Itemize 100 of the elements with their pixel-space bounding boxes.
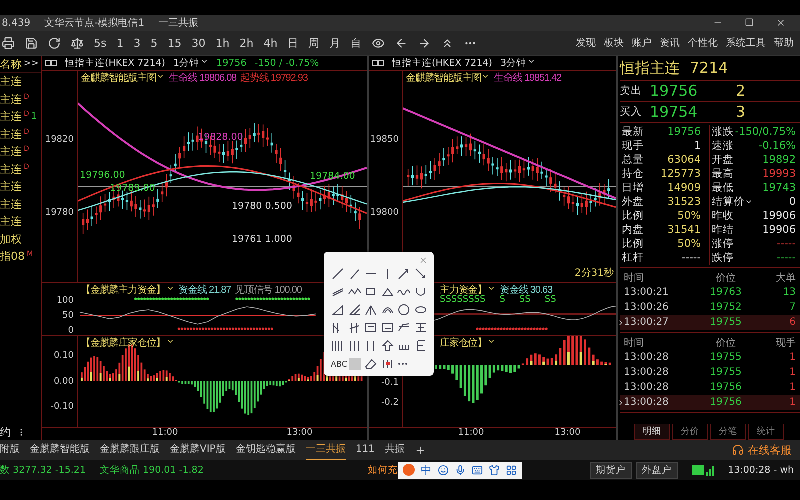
menu-item[interactable]: 板块: [604, 36, 624, 50]
indicator-value: 见顶信号 100.00: [235, 284, 302, 296]
column-header: 时间: [624, 272, 645, 284]
stat-value: 63064: [668, 154, 701, 166]
stat-label: 最新: [622, 125, 644, 139]
period-button[interactable]: 30: [192, 36, 206, 50]
period-button[interactable]: 月: [330, 36, 341, 50]
price-annotation: 19796.00: [80, 170, 126, 181]
price-annotation: 19761 1.000: [232, 234, 292, 245]
indicator-selector[interactable]: 庄家仓位】: [440, 336, 496, 350]
column-header: 大单: [775, 272, 796, 284]
stat-label: 昨结: [712, 223, 734, 237]
axis-tick-label: 0: [68, 326, 74, 336]
trade-row[interactable]: 13:00:28 19755 1: [620, 365, 800, 380]
order-row[interactable]: 13:00:26 19752 7: [620, 300, 800, 315]
menu-item[interactable]: 系统工具: [726, 36, 766, 50]
account-button[interactable]: 期货户: [590, 462, 632, 478]
order-row[interactable]: 13:00:27 19755 6: [620, 315, 800, 330]
stat-label: 持仓: [622, 167, 644, 181]
stat-value: 19743: [762, 182, 796, 194]
period-button[interactable]: 2h: [240, 36, 254, 50]
stat-value: 31523: [668, 196, 701, 208]
indicator-selector[interactable]: 金麒麟智能版主图: [81, 71, 166, 84]
layout-tab[interactable]: 金钥匙稳赢版: [236, 439, 296, 461]
axis-tick-label: 11:00: [458, 428, 484, 440]
indicator-selector[interactable]: 【金麒麟主力资金】: [81, 283, 175, 296]
axis-tick-label: 11:00: [152, 428, 178, 440]
period-button[interactable]: 5s: [94, 36, 107, 50]
trade-row[interactable]: 13:00:28 19756 1: [620, 395, 800, 410]
watchlist-item[interactable]: 主连: [0, 178, 41, 196]
version-label: 8.439: [2, 18, 31, 28]
quote-price: 19756: [650, 82, 699, 100]
quote-label: 卖出: [620, 84, 643, 98]
stat-label: 现手: [622, 139, 644, 153]
period-selector[interactable]: 1分钟: [174, 56, 209, 70]
axis-tick-label: 19820: [45, 134, 74, 145]
indicator-value: 资金线 21.87: [178, 284, 232, 296]
indicator-selector[interactable]: 金麒麟智能版主图: [406, 71, 490, 84]
period-button[interactable]: 周: [308, 36, 320, 50]
stat-value: 0: [789, 196, 796, 208]
account-button[interactable]: 外盘户: [636, 462, 678, 478]
indicator-selector[interactable]: 主力资金】: [440, 283, 496, 296]
stat-value: -----: [682, 252, 701, 264]
period-button[interactable]: 3: [134, 36, 141, 50]
price-label: 19756: [216, 58, 247, 68]
stat-label: 总量: [622, 153, 644, 167]
column-header: 时间: [624, 336, 645, 350]
panel-tab[interactable]: 明细: [634, 424, 670, 440]
layout-tab[interactable]: 金麒麟跟庄版: [100, 439, 160, 461]
symbol-label: 恒指主连(HKEX 7214): [392, 56, 492, 70]
period-selector[interactable]: 3分钟: [500, 56, 536, 70]
indicator-selector[interactable]: 【金麒麟庄家仓位】: [81, 336, 175, 350]
period-button[interactable]: 5: [150, 36, 158, 50]
menu-item[interactable]: 资讯: [660, 36, 680, 50]
menu-item[interactable]: 账户: [632, 36, 652, 50]
period-button[interactable]: 4h: [264, 36, 278, 50]
axis-tick-label: 19780: [45, 208, 74, 218]
period-button[interactable]: 自: [350, 36, 362, 50]
menu-item[interactable]: 个性化: [688, 36, 718, 50]
period-button[interactable]: 15: [168, 36, 182, 50]
axis-tick-label: 0.00: [54, 376, 74, 386]
menu-item[interactable]: 帮助: [774, 36, 794, 50]
layout-tab[interactable]: 金麒麟VIP版: [170, 439, 226, 461]
trade-row[interactable]: 13:00:28 19756 1: [620, 380, 800, 395]
layout-tab[interactable]: 金麒麟智能版: [30, 439, 90, 461]
stat-label: 涨跌: [712, 125, 734, 139]
index-quote: 数 3277.32 -15.21: [0, 464, 86, 476]
order-row[interactable]: 13:00:21 19763 13: [620, 285, 800, 300]
countdown-label: 2分31秒: [574, 266, 614, 280]
period-button[interactable]: 1h: [216, 36, 230, 50]
axis-tick-label: 100: [56, 296, 74, 306]
trade-row[interactable]: 13:00:28 19755 1: [620, 350, 800, 365]
watchlist-item[interactable]: 主连: [0, 73, 41, 90]
online-service-link[interactable]: 在线客服: [732, 442, 792, 458]
text-tool[interactable]: ABC: [331, 360, 345, 368]
stat-label: 结算价: [712, 195, 753, 209]
change-label: -150 / -0.75%: [254, 58, 320, 68]
layout-tab[interactable]: 共振: [384, 439, 405, 461]
watchlist-item[interactable]: 主连: [0, 213, 41, 230]
stat-label: 杠杆: [622, 251, 644, 265]
stat-label: 昨收: [712, 209, 734, 223]
layout-tab[interactable]: 附版: [0, 439, 20, 461]
watchlist-item[interactable]: 加权: [0, 230, 41, 248]
stat-label: 开盘: [712, 153, 734, 167]
menu-item[interactable]: 发现: [576, 36, 596, 50]
window-title: 文华云节点-模拟电信1: [44, 16, 145, 30]
stat-label: 比例: [622, 237, 644, 251]
period-button[interactable]: 日: [288, 36, 299, 50]
stat-label: 最高: [712, 167, 734, 181]
watchlist-item[interactable]: 主连: [0, 196, 41, 213]
period-button[interactable]: 1: [116, 36, 124, 50]
layout-tab[interactable]: 111: [356, 440, 375, 460]
axis-tick-label: -0.1: [381, 378, 399, 388]
indicator-value: 资金线 30.63: [500, 284, 552, 296]
expand-button[interactable]: >>: [24, 59, 39, 69]
column-header: 名称: [0, 56, 22, 72]
stat-value: -0.16%: [758, 140, 796, 152]
axis-tick-label: 13:00: [286, 428, 313, 440]
notice-link[interactable]: 如何充: [368, 464, 398, 476]
instrument-name: 恒指主连: [620, 58, 680, 78]
